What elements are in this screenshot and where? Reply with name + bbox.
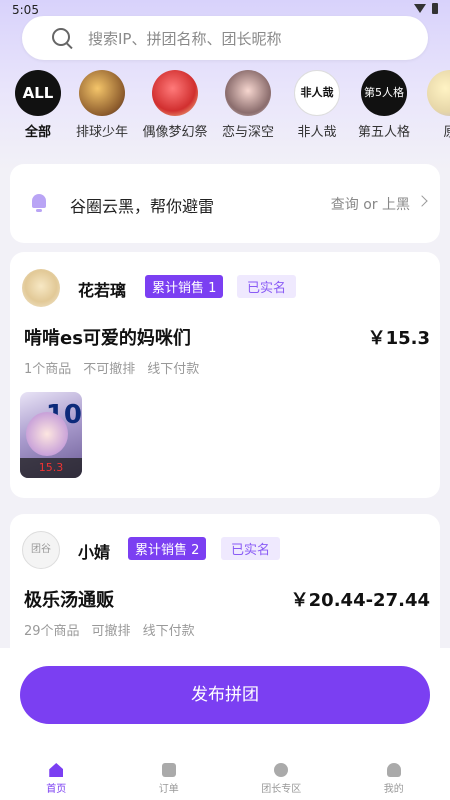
tab-home[interactable]: 首页: [0, 758, 113, 800]
category-item[interactable]: 非人哉 非人哉: [281, 70, 353, 140]
search-icon: [52, 28, 70, 46]
group-title: 极乐汤通贩: [24, 590, 114, 611]
notice-text: 谷圈云黑，帮你避雷: [70, 197, 215, 216]
product-thumbnail[interactable]: 10 15.3: [20, 392, 82, 478]
tab-label: 团长专区: [261, 784, 302, 795]
star-icon: [274, 763, 289, 777]
group-meta: 1个商品 不可撤排 线下付款: [24, 358, 199, 377]
meta-item: 线下付款: [142, 624, 195, 639]
sales-badge: 累计销售 2: [128, 537, 207, 560]
category-label: 全部: [24, 125, 51, 140]
category-item[interactable]: 恋与深空: [212, 70, 284, 140]
category-label: 排球少年: [75, 125, 128, 140]
seller-name: 花若璃: [78, 281, 127, 300]
publish-panel: 发布拼团: [0, 648, 450, 758]
meta-item: 29个商品: [24, 624, 80, 639]
category-thumbnail: [152, 70, 198, 116]
category-thumbnail: [225, 70, 271, 116]
category-label: 原: [443, 125, 450, 140]
notice-link[interactable]: 查询 or 上黑: [331, 194, 410, 214]
category-item[interactable]: 第5人格 第五人格: [348, 70, 420, 140]
blacklist-notice[interactable]: 谷圈云黑，帮你避雷 查询 or 上黑: [10, 164, 440, 243]
group-card[interactable]: 花若璃 累计销售 1 已实名 啃啃es可爱的妈咪们 ￥15.3 1个商品 不可撤…: [10, 252, 440, 498]
search-bar[interactable]: 搜索IP、拼团名称、团长昵称: [22, 16, 428, 60]
group-title: 啃啃es可爱的妈咪们: [24, 328, 191, 349]
category-label: 非人哉: [297, 125, 337, 140]
home-icon: [49, 763, 64, 777]
category-thumbnail: [427, 70, 450, 116]
chevron-right-icon: [416, 195, 428, 207]
meta-item: 线下付款: [147, 362, 200, 377]
avatar[interactable]: 团谷: [22, 531, 60, 569]
category-all[interactable]: ALL 全部: [2, 70, 74, 140]
status-icons: [414, 3, 438, 14]
status-time: 5:05: [12, 3, 39, 17]
tab-label: 订单: [158, 784, 179, 795]
category-strip: ALL 全部 排球少年 偶像梦幻祭 恋与深空 非人哉 非人哉 第5人格 第五人格…: [0, 70, 450, 142]
publish-group-button[interactable]: 发布拼团: [20, 666, 430, 724]
tab-label: 首页: [46, 784, 67, 795]
battery-icon: [432, 3, 438, 14]
wifi-icon: [414, 4, 426, 13]
meta-item: 可撤排: [91, 624, 131, 639]
order-icon: [161, 763, 176, 777]
meta-item: 不可撤排: [83, 362, 136, 377]
category-all-icon: ALL: [15, 70, 61, 116]
sales-badge: 累计销售 1: [145, 275, 224, 298]
tab-label: 我的: [383, 784, 404, 795]
bottom-tab-bar: 首页 订单 团长专区 我的: [0, 758, 450, 800]
character-image: [26, 412, 68, 456]
verified-badge: 已实名: [221, 537, 281, 560]
category-label: 偶像梦幻祭: [142, 125, 208, 140]
bell-icon: [32, 194, 46, 212]
seller-name: 小婧: [78, 543, 111, 562]
category-label: 第五人格: [357, 125, 410, 140]
category-label: 恋与深空: [221, 125, 274, 140]
group-meta: 29个商品 可撤排 线下付款: [24, 620, 195, 639]
verified-badge: 已实名: [237, 275, 297, 298]
category-item[interactable]: 原: [414, 70, 450, 140]
category-thumbnail: 第5人格: [361, 70, 407, 116]
category-item[interactable]: 偶像梦幻祭: [139, 70, 211, 140]
meta-item: 1个商品: [24, 362, 72, 377]
tab-leader-zone[interactable]: 团长专区: [225, 758, 338, 800]
group-price: ￥15.3: [367, 328, 430, 349]
avatar[interactable]: [22, 269, 60, 307]
category-thumbnail: [79, 70, 125, 116]
thumb-price: 15.3: [20, 458, 82, 478]
search-placeholder: 搜索IP、拼团名称、团长昵称: [88, 30, 282, 48]
group-price: ￥20.44-27.44: [290, 590, 430, 611]
tab-orders[interactable]: 订单: [113, 758, 226, 800]
tab-mine[interactable]: 我的: [338, 758, 450, 800]
category-item[interactable]: 排球少年: [66, 70, 138, 140]
category-thumbnail: 非人哉: [294, 70, 340, 116]
user-icon: [386, 763, 401, 777]
